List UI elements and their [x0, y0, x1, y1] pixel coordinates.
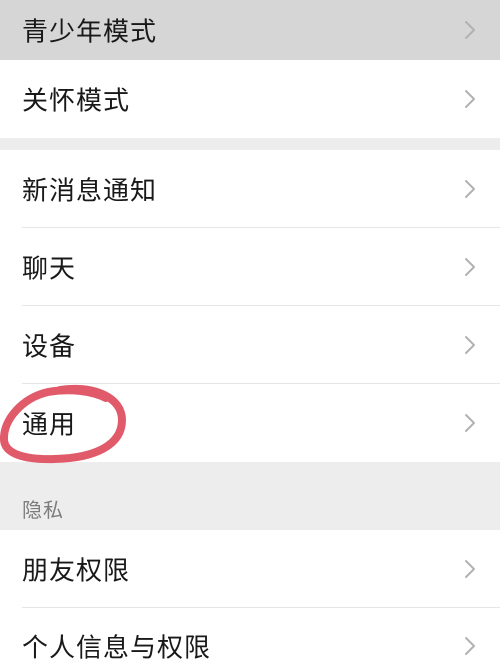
chevron-right-icon — [465, 560, 475, 578]
settings-item-label: 青少年模式 — [22, 17, 158, 48]
chevron-right-icon — [465, 180, 475, 198]
settings-item-label: 朋友权限 — [22, 556, 131, 587]
chevron-right-icon — [465, 21, 475, 39]
chevron-right-icon — [465, 258, 475, 276]
settings-screen: 青少年模式 关怀模式 新消息通知 聊天 设备 通用 隐私 朋友权限 个人信息与权… — [0, 0, 500, 666]
settings-item-friend-permissions[interactable]: 朋友权限 — [0, 530, 500, 608]
section-header-privacy: 隐私 — [22, 498, 64, 522]
chevron-right-icon — [465, 336, 475, 354]
settings-item-care-mode[interactable]: 关怀模式 — [0, 60, 500, 138]
chevron-right-icon — [465, 637, 475, 656]
settings-item-devices[interactable]: 设备 — [0, 306, 500, 384]
settings-item-label: 设备 — [22, 332, 77, 363]
settings-item-personal-info-permissions[interactable]: 个人信息与权限 — [0, 608, 500, 666]
settings-item-teen-mode[interactable]: 青少年模式 — [0, 0, 500, 60]
settings-item-label: 关怀模式 — [22, 86, 131, 117]
settings-item-label: 个人信息与权限 — [22, 633, 212, 664]
settings-item-label: 通用 — [22, 410, 77, 441]
settings-item-new-message-notifications[interactable]: 新消息通知 — [0, 150, 500, 228]
chevron-right-icon — [465, 90, 475, 108]
chevron-right-icon — [465, 414, 475, 432]
settings-item-label: 聊天 — [22, 254, 77, 285]
settings-item-general[interactable]: 通用 — [0, 384, 500, 462]
settings-item-chat[interactable]: 聊天 — [0, 228, 500, 306]
settings-item-label: 新消息通知 — [22, 176, 158, 207]
